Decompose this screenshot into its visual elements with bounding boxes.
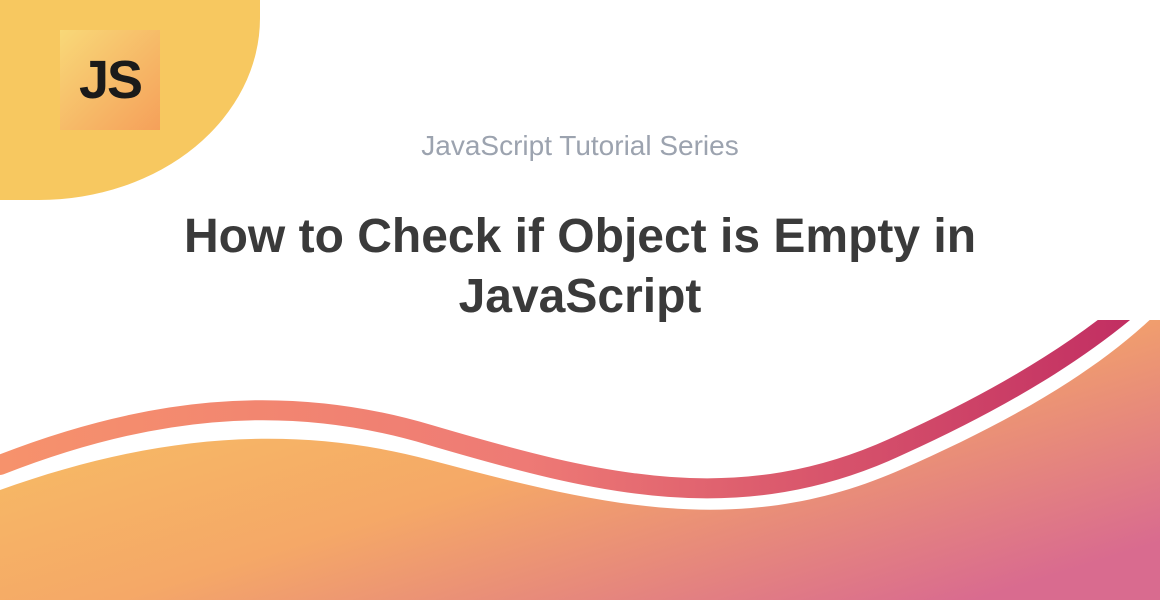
js-logo-text: JS [79,49,141,111]
content-area: JavaScript Tutorial Series How to Check … [0,130,1160,327]
js-logo: JS [60,30,160,130]
series-subtitle: JavaScript Tutorial Series [80,130,1080,162]
decorative-bottom-wave [0,320,1160,600]
article-title: How to Check if Object is Empty in JavaS… [130,207,1030,327]
